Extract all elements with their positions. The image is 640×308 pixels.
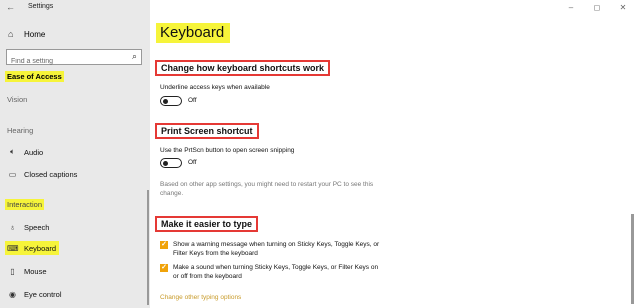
- sidebar-item-label: Audio: [24, 147, 44, 157]
- warning-message-checkbox[interactable]: ✓: [160, 241, 168, 249]
- section-title-ease-of-access: Ease of Access: [5, 71, 64, 82]
- window-controls: – ◻ ✕: [558, 1, 636, 15]
- keyboard-icon: ⌨: [7, 243, 19, 253]
- sidebar-item-label: Eye control: [24, 289, 62, 299]
- section-heading-shortcuts: Change how keyboard shortcuts work: [155, 60, 331, 76]
- search-box: ⌕: [6, 49, 142, 69]
- sidebar: ⌂ Home ⌕ Ease of Access Vision Hearing 🔈…: [0, 0, 150, 308]
- sound-checkbox[interactable]: ✓: [160, 264, 168, 272]
- search-icon[interactable]: ⌕: [132, 51, 137, 62]
- mouse-icon: ▯: [10, 266, 15, 276]
- sidebar-item-mouse[interactable]: ▯ Mouse: [7, 264, 47, 278]
- window-title: Settings: [28, 3, 54, 10]
- other-typing-options-link[interactable]: Change other typing options: [160, 294, 241, 301]
- toggle-knob: [163, 160, 168, 166]
- close-button[interactable]: ✕: [610, 1, 636, 15]
- sidebar-item-speech[interactable]: ♁ Speech: [7, 220, 50, 234]
- search-input[interactable]: [7, 54, 119, 69]
- page-title: Keyboard: [156, 23, 231, 43]
- category-hearing: Hearing: [7, 126, 34, 135]
- sidebar-item-label: Closed captions: [24, 169, 78, 179]
- nav-home[interactable]: ⌂ Home: [8, 27, 45, 41]
- warning-message-checkbox-label: Show a warning message when turning on S…: [173, 241, 380, 257]
- print-screen-description: Use the PrtScn button to open screen sni…: [160, 147, 295, 154]
- home-icon: ⌂: [8, 29, 14, 39]
- sidebar-item-label: Speech: [24, 222, 50, 232]
- sound-checkbox-label: Make a sound when turning Sticky Keys, T…: [173, 264, 379, 280]
- print-screen-toggle[interactable]: [160, 158, 182, 168]
- main-scrollbar[interactable]: [631, 214, 634, 304]
- title-bar: ← Settings – ◻ ✕: [0, 0, 640, 16]
- microphone-icon: ♁: [9, 222, 16, 232]
- print-screen-toggle-state: Off: [188, 159, 197, 166]
- speaker-icon: 🔈︎: [10, 147, 15, 156]
- category-interaction: Interaction: [5, 199, 45, 210]
- sidebar-item-eye-control[interactable]: ◉ Eye control: [7, 287, 62, 301]
- nav-home-label: Home: [24, 29, 46, 39]
- restart-note: Based on other app settings, you might n…: [160, 181, 374, 197]
- sidebar-item-label: Keyboard: [24, 243, 57, 253]
- sidebar-item-audio[interactable]: 🔈︎ Audio: [7, 145, 43, 159]
- toggle-knob: [163, 98, 168, 104]
- underline-keys-toggle-state: Off: [188, 97, 197, 104]
- underline-keys-toggle[interactable]: [160, 96, 182, 106]
- eye-icon: ◉: [9, 289, 16, 299]
- sidebar-item-closed-captions[interactable]: ▭ Closed captions: [7, 167, 78, 181]
- category-vision: Vision: [7, 95, 28, 104]
- section-heading-print-screen: Print Screen shortcut: [155, 123, 259, 139]
- underline-keys-description: Underline access keys when available: [160, 84, 270, 91]
- captions-icon: ▭: [8, 169, 17, 179]
- section-heading-easier-typing: Make it easier to type: [155, 216, 259, 232]
- sidebar-scrollbar[interactable]: [147, 190, 149, 305]
- sidebar-item-label: Mouse: [24, 266, 47, 276]
- sidebar-item-keyboard[interactable]: ⌨ Keyboard: [5, 241, 60, 255]
- back-arrow-icon[interactable]: ←: [6, 2, 15, 12]
- maximize-button[interactable]: ◻: [584, 1, 610, 15]
- minimize-button[interactable]: –: [558, 1, 584, 15]
